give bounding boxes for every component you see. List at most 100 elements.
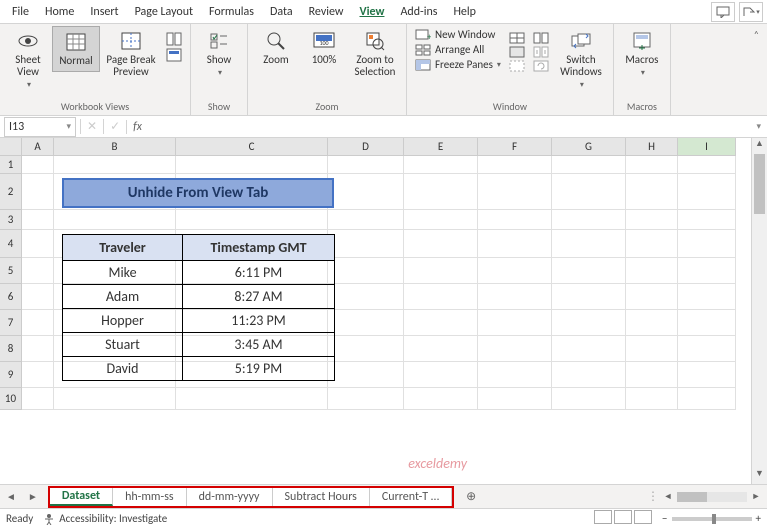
- freeze-panes-button[interactable]: Freeze Panes ▾: [415, 58, 501, 71]
- table-cell[interactable]: Mike: [63, 261, 183, 285]
- sync-scroll-icon: [533, 46, 549, 58]
- sheet-nav-prev[interactable]: ◄: [0, 490, 22, 503]
- zoom-100-button[interactable]: 100 100%: [300, 26, 348, 70]
- sheet-tab-ddmmyyyy[interactable]: dd-mm-yyyy: [187, 488, 273, 506]
- menu-formulas[interactable]: Formulas: [201, 2, 262, 22]
- ribbon-collapse-button[interactable]: ˄: [748, 26, 765, 43]
- row-header-10[interactable]: 10: [0, 388, 22, 410]
- vertical-scrollbar[interactable]: ▲ ▼: [751, 138, 767, 484]
- hscroll-grip[interactable]: ⋮: [647, 489, 659, 504]
- page-layout-button[interactable]: [166, 32, 182, 46]
- table-cell[interactable]: 5:19 PM: [183, 357, 335, 381]
- macros-button[interactable]: Macros: [618, 26, 666, 82]
- column-header-I[interactable]: I: [678, 138, 736, 156]
- sheet-tab-current-t[interactable]: Current-T …: [370, 488, 452, 506]
- cells-area[interactable]: Unhide From View Tab Traveler Timestamp …: [22, 156, 751, 410]
- new-window-button[interactable]: +New Window: [415, 28, 501, 41]
- zoom-slider[interactable]: [672, 517, 752, 521]
- zoom-out-button[interactable]: −: [662, 512, 667, 525]
- enter-formula-icon[interactable]: ✓: [103, 119, 126, 134]
- page-break-preview-button[interactable]: Page Break Preview: [100, 26, 162, 82]
- menu-review[interactable]: Review: [301, 2, 352, 22]
- freeze-panes-icon: [415, 59, 431, 71]
- normal-view-button[interactable]: Normal: [52, 26, 100, 72]
- row-header-4[interactable]: 4: [0, 230, 22, 258]
- unhide-button[interactable]: [509, 60, 525, 72]
- share-button[interactable]: ▾: [739, 2, 763, 22]
- menu-view[interactable]: View: [352, 2, 393, 22]
- normal-view-label: Normal: [59, 55, 92, 67]
- zoom-selection-icon: [363, 30, 387, 52]
- column-header-C[interactable]: C: [176, 138, 328, 156]
- table-cell[interactable]: 3:45 AM: [183, 333, 335, 357]
- horizontal-scrollbar[interactable]: ⋮ ◄ ►: [484, 489, 767, 504]
- row-header-6[interactable]: 6: [0, 284, 22, 310]
- column-header-B[interactable]: B: [54, 138, 176, 156]
- formula-expand-button[interactable]: ▾: [750, 121, 767, 132]
- scroll-down-arrow[interactable]: ▼: [752, 468, 767, 484]
- view-side-by-side-button[interactable]: [533, 32, 549, 44]
- sheet-tab-dataset[interactable]: Dataset: [50, 488, 113, 506]
- sheet-tab-subtract-hours[interactable]: Subtract Hours: [273, 488, 370, 506]
- row-header-9[interactable]: 9: [0, 362, 22, 388]
- sheet-view-button[interactable]: Sheet View: [4, 26, 52, 94]
- zoom-100-icon: 100: [312, 30, 336, 52]
- column-header-D[interactable]: D: [328, 138, 404, 156]
- split-button[interactable]: [509, 32, 525, 44]
- row-header-3[interactable]: 3: [0, 210, 22, 230]
- zoom-in-button[interactable]: +: [756, 512, 761, 525]
- sheet-tab-hhmmss[interactable]: hh-mm-ss: [113, 488, 187, 506]
- table-cell[interactable]: Stuart: [63, 333, 183, 357]
- menu-home[interactable]: Home: [37, 2, 82, 22]
- hide-button[interactable]: [509, 46, 525, 58]
- sheet-nav-next[interactable]: ►: [22, 490, 44, 503]
- view-shortcuts[interactable]: [592, 510, 652, 527]
- menu-page-layout[interactable]: Page Layout: [127, 2, 201, 22]
- table-cell[interactable]: 11:23 PM: [183, 309, 335, 333]
- table-cell[interactable]: Adam: [63, 285, 183, 309]
- table-cell[interactable]: 8:27 AM: [183, 285, 335, 309]
- hscroll-left[interactable]: ◄: [661, 491, 675, 502]
- new-sheet-button[interactable]: ⊕: [458, 489, 484, 504]
- column-header-G[interactable]: G: [552, 138, 626, 156]
- menu-help[interactable]: Help: [445, 2, 484, 22]
- table-cell[interactable]: David: [63, 357, 183, 381]
- column-header-A[interactable]: A: [22, 138, 54, 156]
- zoom-to-selection-button[interactable]: Zoom to Selection: [348, 26, 402, 82]
- menu-insert[interactable]: Insert: [82, 2, 126, 22]
- menu-file[interactable]: File: [4, 2, 37, 22]
- group-macros: Macros Macros: [614, 24, 671, 115]
- row-header-7[interactable]: 7: [0, 310, 22, 336]
- column-header-F[interactable]: F: [478, 138, 552, 156]
- row-header-2[interactable]: 2: [0, 174, 22, 210]
- hscroll-thumb[interactable]: [677, 492, 707, 502]
- comments-button[interactable]: [711, 2, 735, 22]
- select-all-corner[interactable]: [0, 138, 22, 156]
- row-header-1[interactable]: 1: [0, 156, 22, 174]
- zoom-button[interactable]: Zoom: [252, 26, 300, 70]
- menu-addins[interactable]: Add-ins: [392, 2, 445, 22]
- accessibility-status[interactable]: Accessibility: Investigate: [43, 512, 167, 525]
- table-cell[interactable]: 6:11 PM: [183, 261, 335, 285]
- row-header-5[interactable]: 5: [0, 258, 22, 284]
- name-box[interactable]: I13: [4, 117, 76, 137]
- zoom-control[interactable]: − +: [662, 512, 761, 525]
- switch-windows-button[interactable]: Switch Windows: [553, 26, 609, 94]
- show-button[interactable]: Show: [195, 26, 243, 82]
- arrange-all-button[interactable]: Arrange All: [415, 43, 501, 56]
- cancel-formula-icon[interactable]: ✕: [80, 119, 103, 134]
- menu-data[interactable]: Data: [262, 2, 301, 22]
- fx-icon[interactable]: fx: [126, 120, 148, 134]
- reset-window-button[interactable]: [533, 60, 549, 72]
- sync-scrolling-button[interactable]: [533, 46, 549, 58]
- column-header-E[interactable]: E: [404, 138, 478, 156]
- hscroll-right[interactable]: ►: [749, 491, 763, 502]
- custom-views-button[interactable]: [166, 48, 182, 62]
- scroll-up-arrow[interactable]: ▲: [752, 138, 767, 154]
- formula-input[interactable]: [148, 117, 750, 137]
- reset-window-icon: [533, 60, 549, 72]
- scroll-thumb[interactable]: [754, 154, 765, 214]
- row-header-8[interactable]: 8: [0, 336, 22, 362]
- column-header-H[interactable]: H: [626, 138, 678, 156]
- table-cell[interactable]: Hopper: [63, 309, 183, 333]
